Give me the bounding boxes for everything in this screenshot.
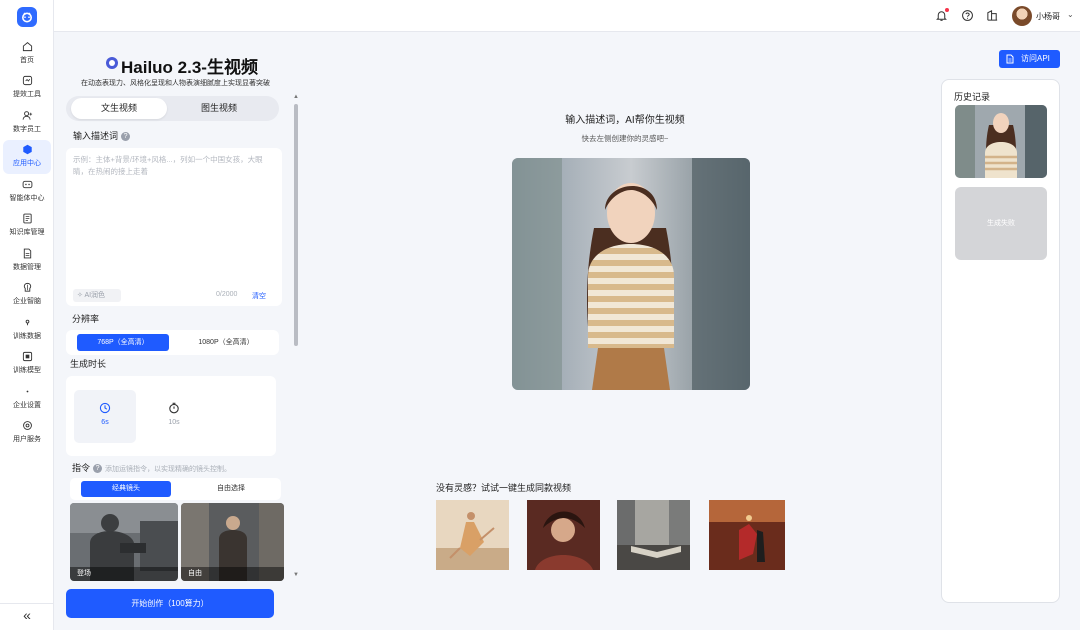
side-nav: 首页 提效工具 数字员工 应用中心 智能体中心 知识库管理 数据管理 企业智脑 … <box>0 0 54 630</box>
prompt-label: 输入描述词? <box>73 129 131 142</box>
nav-label: 首页 <box>20 57 34 64</box>
visit-api-button[interactable]: 访问API <box>999 50 1060 68</box>
nav-item-brain[interactable]: 企业智脑 <box>3 278 51 312</box>
nav-item-training-model[interactable]: 训练模型 <box>3 347 51 381</box>
nav-label: 提效工具 <box>13 91 41 98</box>
knowledge-base-icon <box>22 213 32 224</box>
scroll-down-icon[interactable]: ▼ <box>292 572 300 578</box>
duration-option-10s[interactable]: 10s <box>143 390 205 443</box>
top-bar: 小杨哥 ⌄ <box>54 0 1080 32</box>
resolution-label: 分辨率 <box>72 314 100 324</box>
duration-label: 生成时长 <box>70 359 107 369</box>
stopwatch-icon <box>169 402 179 414</box>
preset-caption: 登场 <box>70 567 178 581</box>
prompt-box: ✧ AI润色 0/2000 清空 <box>66 148 282 306</box>
history-item[interactable] <box>955 105 1047 178</box>
nav-item-training-data[interactable]: 训练数据 <box>3 313 51 347</box>
building-icon[interactable] <box>986 9 999 22</box>
app-logo[interactable] <box>17 7 37 27</box>
page-title: Hailuo 2.3-生视频 <box>121 58 258 77</box>
document-icon <box>1006 54 1014 64</box>
camera-tabs: 经典镜头 自由选择 <box>70 478 281 500</box>
preset-caption: 自由 <box>181 567 284 581</box>
camera-preset-card[interactable]: 登场 <box>70 503 178 581</box>
clock-icon <box>99 402 111 414</box>
char-count: 0/2000 <box>216 291 238 298</box>
nav-label: 训练数据 <box>13 333 41 340</box>
history-title: 历史记录 <box>954 92 991 102</box>
nav-item-data[interactable]: 数据管理 <box>3 244 51 278</box>
nav-item-agent-center[interactable]: 智能体中心 <box>3 175 51 209</box>
nav-item-user-service[interactable]: 用户服务 <box>3 416 51 450</box>
tab-text-to-video[interactable]: 文生视频 <box>71 98 167 119</box>
app-center-icon <box>22 144 32 155</box>
nav-label: 用户服务 <box>13 436 41 443</box>
notification-dot <box>945 8 949 12</box>
nav-label: 数字员工 <box>13 126 41 133</box>
tools-icon <box>22 75 32 86</box>
resolution-option-1080p[interactable]: 1080P（全高清） <box>180 334 272 351</box>
chevron-down-icon[interactable]: ⌄ <box>1067 10 1074 19</box>
page-subtitle: 在动态表现力、风格化呈现和人物表演细腻度上实现显著突破 <box>81 80 270 87</box>
settings-icon <box>26 390 28 393</box>
panel-scrollbar[interactable]: ▲ ▼ <box>292 94 300 582</box>
user-service-icon <box>22 421 32 430</box>
training-model-icon <box>22 351 32 362</box>
tab-image-to-video[interactable]: 图生视频 <box>171 98 267 119</box>
collapse-nav-button[interactable]: « <box>0 603 54 627</box>
help-icon[interactable]: ? <box>93 464 103 473</box>
nav-item-home[interactable]: 首页 <box>3 37 51 71</box>
digital-employee-icon <box>22 111 32 120</box>
nav-label: 企业智脑 <box>13 298 41 305</box>
home-icon <box>22 42 32 52</box>
sample-preview-image <box>512 158 750 390</box>
nav-item-app-center[interactable]: 应用中心 <box>3 140 51 174</box>
duration-option-6s[interactable]: 6s <box>74 390 136 443</box>
agent-icon <box>22 180 32 189</box>
username[interactable]: 小杨哥 <box>1036 11 1060 22</box>
nav-label: 应用中心 <box>13 160 41 167</box>
prompt-input[interactable] <box>73 154 273 274</box>
scrollbar-thumb[interactable] <box>294 104 298 346</box>
nav-item-tools[interactable]: 提效工具 <box>3 71 51 105</box>
nav-label: 数据管理 <box>13 264 41 271</box>
command-label: 指令? 添加运镜指令，以实现精确的镜头控制。 <box>72 463 232 473</box>
clear-button[interactable]: 清空 <box>252 291 266 301</box>
scroll-up-icon[interactable]: ▲ <box>292 94 300 100</box>
nav-label: 智能体中心 <box>9 195 45 202</box>
empty-state-subtitle: 快去左侧创建你的灵感吧~ <box>581 134 669 143</box>
avatar[interactable] <box>1012 6 1032 26</box>
camera-preset-card[interactable]: 自由 <box>181 503 284 581</box>
ai-polish-button[interactable]: ✧ AI润色 <box>73 289 121 302</box>
inspiration-thumbnail-portrait[interactable] <box>527 500 600 570</box>
inspiration-thumbnail-ballroom[interactable] <box>709 500 785 570</box>
resolution-selector: 768P（全高清） 1080P（全高清） <box>66 330 279 355</box>
tab-free-select[interactable]: 自由选择 <box>186 481 276 497</box>
command-hint: 添加运镜指令，以实现精确的镜头控制。 <box>105 466 232 473</box>
inspiration-thumbnail-dancer[interactable] <box>436 500 509 570</box>
resolution-option-768p[interactable]: 768P（全高清） <box>77 334 169 351</box>
nav-label: 企业设置 <box>13 402 41 409</box>
training-data-icon <box>25 319 29 326</box>
inspiration-thumbnail-book[interactable] <box>617 500 690 570</box>
empty-state-title: 输入描述词，AI帮你生视频 <box>565 115 685 126</box>
nav-item-settings[interactable]: 企业设置 <box>3 382 51 416</box>
nav-label: 知识库管理 <box>9 229 45 236</box>
nav-item-knowledge-base[interactable]: 知识库管理 <box>3 209 51 243</box>
nav-item-digital-employee[interactable]: 数字员工 <box>3 106 51 140</box>
duration-selector: 6s 10s <box>66 376 276 456</box>
history-panel: 历史记录 生成失败 <box>941 79 1060 603</box>
brain-icon <box>23 282 31 292</box>
sparkle-icon: ✧ <box>77 292 83 299</box>
mode-tabs: 文生视频 图生视频 <box>66 96 279 121</box>
help-icon[interactable] <box>961 9 974 22</box>
history-item-failed[interactable]: 生成失败 <box>955 187 1047 260</box>
help-icon[interactable]: ? <box>121 132 131 141</box>
data-icon <box>23 248 31 259</box>
inspiration-title: 没有灵感？试试一键生成同款视频 <box>436 483 572 493</box>
tab-classic-shot[interactable]: 经典镜头 <box>81 481 171 497</box>
nav-label: 训练模型 <box>13 367 41 374</box>
start-create-button[interactable]: 开始创作（100算力） <box>66 589 274 618</box>
hailuo-logo-icon <box>106 57 118 69</box>
